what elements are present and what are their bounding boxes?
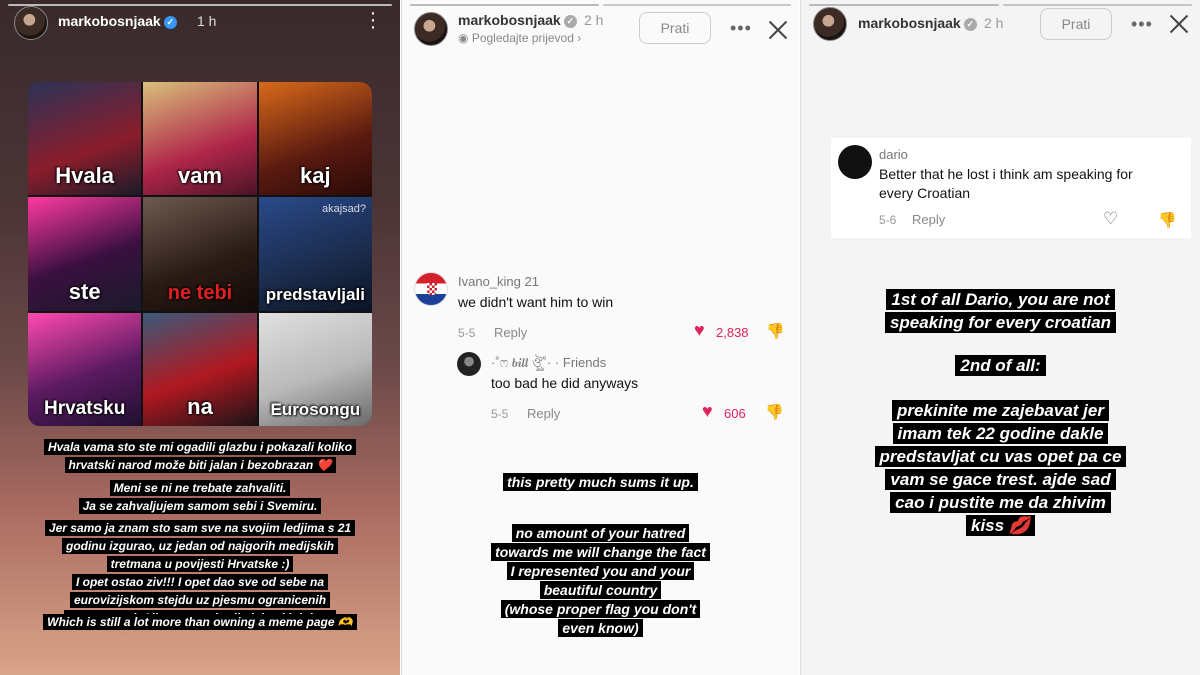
comment-text: Better that he lost i think am speaking … <box>879 166 1133 201</box>
comment-date: 5-5 <box>458 326 476 340</box>
dislike-icon[interactable]: 👎 <box>765 403 784 421</box>
story-caption: Meni se ni ne trebate zahvaliti. Ja se za… <box>50 479 350 515</box>
story-panel-2[interactable]: markobosnjaak ✓ 2 h ◉ Pogledajte prijevod… <box>401 0 799 675</box>
more-options-icon[interactable]: ••• <box>730 18 752 39</box>
croatia-flag-avatar <box>414 272 448 306</box>
meme-cell: ste <box>28 197 142 311</box>
meme-cell: Hvala <box>28 82 142 196</box>
username[interactable]: markobosnjaak ✓ <box>458 12 577 28</box>
story-panel-3[interactable]: markobosnjaak ✓ 2 h Prati ••• dario Bette… <box>800 0 1200 675</box>
more-options-icon[interactable]: · · · <box>368 3 378 37</box>
meme-cell: Eurosongu <box>258 312 372 426</box>
dislike-icon[interactable]: 👎 <box>766 322 785 340</box>
meme-cell: akajsad? predstavljali <box>258 197 372 311</box>
username[interactable]: markobosnjaak ✓ <box>858 15 977 31</box>
avatar[interactable] <box>838 145 872 179</box>
story-progress-bar <box>8 4 392 6</box>
follow-button[interactable]: Prati <box>1040 8 1112 40</box>
meme-cell: kaj <box>258 82 372 196</box>
comment-date: 5-5 <box>491 407 509 421</box>
comment-text: too bad he did anyways <box>491 375 639 391</box>
verified-badge-icon: ✓ <box>163 16 177 29</box>
meme-cell: vam <box>143 82 257 196</box>
avatar[interactable] <box>14 6 48 40</box>
story-panel-1[interactable]: markobosnjaak ✓ 1 h · · · Hvala vam kaj ste… <box>0 0 400 675</box>
follow-button[interactable]: Prati <box>639 12 711 44</box>
verified-badge-icon: ✓ <box>963 18 977 31</box>
meme-cell: ne tebi <box>143 197 257 311</box>
verified-badge-icon: ✓ <box>563 15 577 28</box>
heart-icon[interactable]: ♥ <box>694 320 705 341</box>
time-ago: 1 h <box>197 13 217 29</box>
story-progress-bar <box>410 4 791 6</box>
watermark: akajsad? <box>321 203 366 216</box>
story-caption: Which is still a lot more than owning a … <box>20 613 380 631</box>
story-caption: no amount of your hatred towards me will … <box>411 524 791 638</box>
avatar[interactable] <box>414 12 448 46</box>
reply-button[interactable]: Reply <box>527 406 560 421</box>
reply-button[interactable]: Reply <box>494 325 527 340</box>
close-icon[interactable] <box>1167 12 1191 36</box>
comment-username[interactable]: dario <box>879 147 908 162</box>
avatar[interactable] <box>813 7 847 41</box>
story-caption: Hvala vama sto ste mi ogadili glazbu i p… <box>15 438 385 474</box>
story-caption: 1st of all Dario, you are not speaking fo… <box>821 288 1181 334</box>
time-ago: 2 h <box>984 15 1004 31</box>
username[interactable]: markobosnjaak ✓ <box>58 13 177 29</box>
meme-cell: na <box>143 312 257 426</box>
time-ago: 2 h <box>584 12 604 28</box>
story-caption: this pretty much sums it up. <box>411 472 791 492</box>
like-count: 606 <box>724 406 746 421</box>
avatar[interactable] <box>457 352 481 376</box>
comment-text: we didn't want him to win <box>458 294 614 310</box>
see-translation-link[interactable]: ◉ Pogledajte prijevod › <box>458 31 581 45</box>
comment-date: 5-6 <box>879 213 897 227</box>
story-caption: prekinite me zajebavat jer imam tek 22 go… <box>811 399 1191 537</box>
dislike-icon[interactable]: 👎 <box>1158 211 1177 229</box>
story-caption: 2nd of all: <box>851 354 1151 377</box>
close-icon[interactable] <box>766 18 790 42</box>
more-options-icon[interactable]: ••• <box>1131 14 1153 35</box>
story-caption: Jer samo ja znam sto sam sve na svojim l… <box>25 519 375 627</box>
translate-icon: ◉ <box>458 31 469 45</box>
like-count: 2,838 <box>716 325 749 340</box>
comment-username[interactable]: Ivano_king 21 <box>458 274 539 289</box>
meme-cell: Hrvatsku <box>28 312 142 426</box>
comment-username[interactable]: ·˚ෆ 𝒃𝒊𝒍𝒍 ঔৣ˚· · Friends <box>491 354 606 375</box>
heart-icon[interactable]: ♡ <box>1103 209 1118 229</box>
meme-grid: Hvala vam kaj ste ne tebi akajsad? predst… <box>28 82 372 426</box>
story-progress-bar <box>809 4 1192 6</box>
reply-button[interactable]: Reply <box>912 212 945 227</box>
heart-icon[interactable]: ♥ <box>702 401 713 422</box>
